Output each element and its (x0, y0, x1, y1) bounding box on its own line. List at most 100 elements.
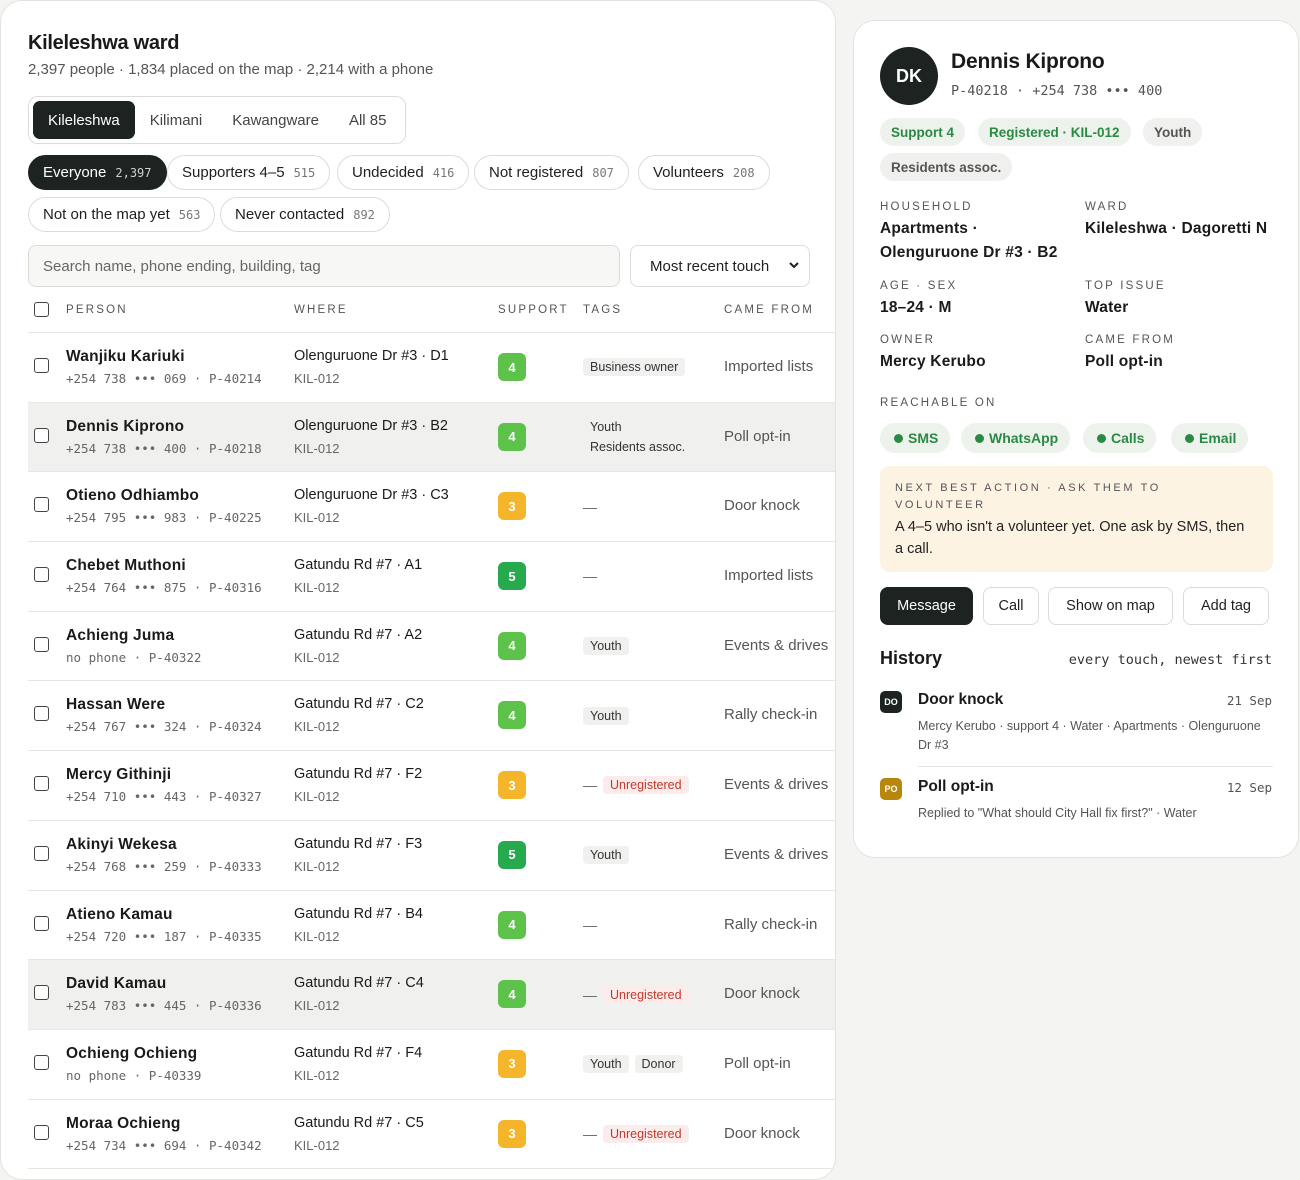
person-ward-code: KIL-012 (294, 998, 340, 1014)
row-checkbox[interactable] (34, 985, 49, 1001)
table-row[interactable]: Dennis Kiprono +254 738 ••• 400 · P-40218… (28, 402, 835, 473)
person-address: Gatundu Rd #7 · C4 (294, 975, 424, 992)
call-button[interactable]: Call (983, 587, 1039, 625)
tab-kileleshwa[interactable]: Kileleshwa (33, 101, 135, 139)
filter-not-on-map[interactable]: Not on the map yet 563 (28, 197, 216, 232)
person-meta: +254 768 ••• 259 · P-40333 (66, 858, 262, 874)
person-ward-code: KIL-012 (294, 1067, 340, 1083)
table-row[interactable]: David Kamau +254 783 ••• 445 · P-40336 Gat… (28, 960, 835, 1030)
came-from: Door knock (724, 497, 800, 515)
tags-cell: — (583, 472, 597, 541)
came-from: Events & drives (724, 776, 829, 794)
select-all-checkbox[interactable] (34, 302, 49, 317)
message-button[interactable]: Message (880, 587, 973, 625)
reach-email[interactable]: Email (1171, 423, 1249, 453)
row-checkbox[interactable] (34, 497, 49, 513)
filter-never-contacted[interactable]: Never contacted 892 (220, 197, 390, 232)
tags-cell: — Unregistered (583, 751, 689, 820)
person-meta: +254 734 ••• 694 · P-40342 (66, 1137, 262, 1153)
row-checkbox[interactable] (34, 776, 49, 792)
person-meta: +254 767 ••• 324 · P-40324 (66, 719, 262, 735)
filter-label: Volunteers (653, 164, 724, 181)
row-checkbox[interactable] (34, 1054, 49, 1070)
row-checkbox[interactable] (34, 636, 49, 652)
person-name[interactable]: Akinyi Wekesa (66, 836, 177, 854)
col-support: SUPPORT (498, 304, 569, 316)
unregistered-badge: Unregistered (603, 1124, 689, 1143)
person-name[interactable]: Chebet Muthoni (66, 557, 186, 575)
person-name[interactable]: Otieno Odhiambo (66, 487, 199, 505)
person-name[interactable]: Moraa Ochieng (66, 1115, 181, 1133)
col-tags: TAGS (583, 304, 623, 316)
table-row[interactable]: Otieno Odhiambo +254 795 ••• 983 · P-4022… (28, 472, 835, 543)
row-checkbox[interactable] (34, 358, 49, 373)
table-row[interactable]: Chebet Muthoni +254 764 ••• 875 · P-40316… (28, 542, 835, 612)
search-input[interactable]: Search name, phone ending, building, tag (28, 245, 620, 287)
table-row[interactable]: Wanjiku Kariuki +254 738 ••• 069 · P-4021… (28, 333, 835, 403)
person-name[interactable]: David Kamau (66, 975, 166, 993)
filter-count: 807 (592, 165, 614, 180)
person-meta: +254 764 ••• 875 · P-40316 (66, 580, 262, 596)
person-name[interactable]: Ochieng Ochieng (66, 1045, 197, 1063)
filter-label: Undecided (352, 164, 424, 181)
tag-chip: Residents assoc. (590, 440, 686, 455)
person-name[interactable]: Dennis Kiprono (66, 418, 184, 436)
table-row[interactable]: Ochieng Ochieng no phone · P-40339 Gatundu… (28, 1030, 835, 1100)
history-item-date: 21 Sep (1226, 693, 1272, 708)
empty-tag: — (583, 777, 597, 794)
row-checkbox[interactable] (34, 567, 49, 583)
tab-kawangware[interactable]: Kawangware (217, 101, 334, 139)
tag-chip: Youth (590, 420, 622, 435)
history-item-title[interactable]: Door knock (918, 691, 1003, 709)
col-person: PERSON (66, 304, 128, 316)
reach-calls[interactable]: Calls (1083, 423, 1157, 453)
table-row[interactable]: Achieng Juma no phone · P-40322 Gatundu Rd… (28, 612, 835, 682)
table-row[interactable]: Atieno Kamau +254 720 ••• 187 · P-40335 Ga… (28, 891, 835, 961)
support-score: 4 (498, 701, 526, 730)
table-row[interactable]: Akinyi Wekesa +254 768 ••• 259 · P-40333 G… (28, 821, 835, 891)
tab-all[interactable]: All 85 (334, 101, 402, 139)
filter-not-registered[interactable]: Not registered 807 (474, 155, 629, 190)
show-on-map-button[interactable]: Show on map (1048, 587, 1173, 625)
tag-chip: Youth (583, 1055, 629, 1074)
person-name[interactable]: Hassan Were (66, 696, 165, 714)
table-row[interactable]: Hassan Were +254 767 ••• 324 · P-40324 Gat… (28, 681, 835, 752)
household-label: HOUSEHOLD (880, 201, 973, 213)
reachable-label: REACHABLE ON (880, 397, 997, 409)
person-address: Gatundu Rd #7 · F2 (294, 766, 423, 783)
tag-chip: Youth (583, 706, 629, 725)
status-dot-icon (894, 433, 903, 443)
came-from: Door knock (724, 1124, 800, 1142)
tags-cell: Youth (583, 612, 629, 681)
table-row[interactable]: Moraa Ochieng +254 734 ••• 694 · P-40342 G… (28, 1100, 835, 1170)
row-checkbox[interactable] (34, 706, 49, 722)
support-score: 3 (498, 1049, 526, 1078)
sort-select[interactable]: Most recent touch (630, 245, 810, 287)
row-checkbox[interactable] (34, 915, 49, 931)
filter-everyone[interactable]: Everyone 2,397 (28, 155, 167, 190)
filter-supporters[interactable]: Supporters 4–5 515 (167, 155, 331, 190)
row-checkbox[interactable] (34, 1124, 49, 1140)
empty-tag: — (583, 986, 597, 1003)
row-checkbox[interactable] (34, 427, 49, 443)
row-checkbox[interactable] (34, 845, 49, 861)
filter-volunteers[interactable]: Volunteers 208 (638, 155, 770, 190)
person-name[interactable]: Mercy Githinji (66, 766, 171, 784)
table-row[interactable]: Mercy Githinji +254 710 ••• 443 · P-40327… (28, 751, 835, 821)
history-item-title[interactable]: Poll opt-in (918, 778, 994, 796)
person-name[interactable]: Wanjiku Kariuki (66, 348, 185, 366)
filter-label: Everyone (43, 164, 107, 181)
person-name[interactable]: Atieno Kamau (66, 906, 173, 924)
person-meta: +254 795 ••• 983 · P-40225 (66, 510, 262, 526)
reach-label: Email (1199, 430, 1237, 446)
came-from-value: Poll opt-in (1085, 353, 1163, 370)
reach-sms[interactable]: SMS (880, 423, 951, 453)
person-meta: +254 738 ••• 400 · P-40218 (66, 440, 262, 456)
person-ward-code: KIL-012 (294, 580, 340, 596)
person-name[interactable]: Achieng Juma (66, 627, 174, 645)
reach-label: Calls (1111, 430, 1145, 446)
tab-kilimani[interactable]: Kilimani (135, 101, 218, 139)
reach-whatsapp[interactable]: WhatsApp (961, 423, 1071, 453)
add-tag-button[interactable]: Add tag (1183, 587, 1269, 625)
filter-undecided[interactable]: Undecided 416 (337, 155, 470, 190)
